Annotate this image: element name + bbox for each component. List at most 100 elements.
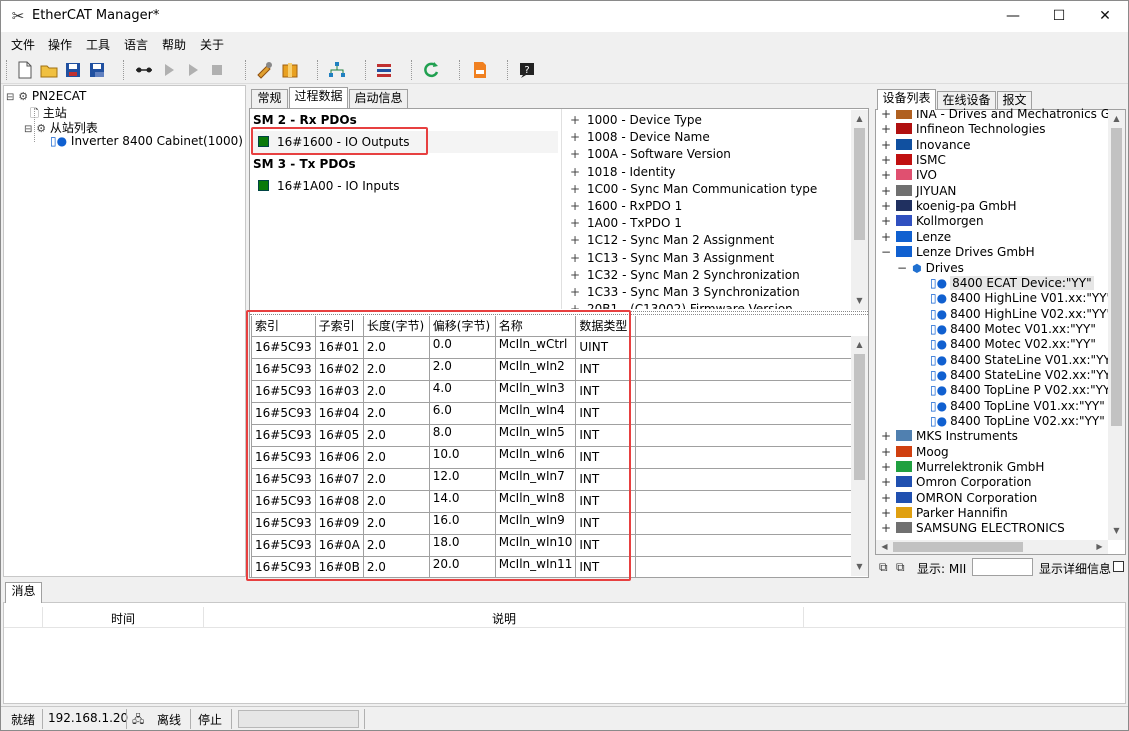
scroll-thumb[interactable] xyxy=(854,128,865,240)
menu-tools[interactable]: 工具 xyxy=(86,36,110,53)
refresh-icon[interactable] xyxy=(421,60,441,80)
table-header-cell[interactable]: 长度(字节) xyxy=(362,316,430,337)
expand-plus-icon[interactable]: + xyxy=(880,168,892,183)
expand-all-icon[interactable]: ⧉ xyxy=(879,560,888,575)
expand-plus-icon[interactable]: + xyxy=(570,302,584,309)
expand-plus-icon[interactable]: + xyxy=(880,491,892,506)
tab-device-list[interactable]: 设备列表 xyxy=(877,89,936,110)
object-entry[interactable]: +1C12 - Sync Man 2 Assignment xyxy=(570,233,774,247)
scroll-thumb[interactable] xyxy=(854,354,865,480)
vendor-item[interactable]: + Lenze xyxy=(880,230,951,245)
expand-plus-icon[interactable]: + xyxy=(880,445,892,460)
vendor-item[interactable]: + JIYUAN xyxy=(880,184,956,199)
table-row[interactable]: 16#5C93 16#02 2.0 2.0 McIln_wIn2 INT xyxy=(251,357,851,381)
scroll-left-icon[interactable]: ◀ xyxy=(876,542,893,551)
tree-slave-device[interactable]: ▯● Inverter 8400 Cabinet(1000) xyxy=(50,134,243,148)
tab-process-data[interactable]: 过程数据 xyxy=(289,87,348,108)
open-folder-icon[interactable] xyxy=(39,60,59,80)
stop-icon[interactable] xyxy=(207,60,227,80)
tree-root[interactable]: ⊟ ⚙ PN2ECAT xyxy=(6,89,86,103)
config-icon[interactable] xyxy=(255,60,275,80)
scroll-up-icon[interactable]: ▲ xyxy=(851,340,868,349)
scroll-down-icon[interactable]: ▼ xyxy=(851,296,868,305)
step-icon[interactable] xyxy=(183,60,203,80)
table-row[interactable]: 16#5C93 16#0A 2.0 18.0 McIln_wIn10 INT xyxy=(251,533,851,557)
vendor-item[interactable]: + Moog xyxy=(880,445,949,460)
tab-startup-info[interactable]: 启动信息 xyxy=(349,89,408,108)
new-file-icon[interactable] xyxy=(15,60,35,80)
device-item[interactable]: ▯● 8400 ECAT Device:"YY" xyxy=(930,275,1094,291)
scroll-up-icon[interactable]: ▲ xyxy=(851,114,868,123)
scroll-down-icon[interactable]: ▼ xyxy=(1108,526,1125,535)
connect-icon[interactable] xyxy=(134,60,154,80)
vendor-item[interactable]: + IVO xyxy=(880,168,937,183)
expand-plus-icon[interactable]: + xyxy=(570,268,584,282)
scroll-up-icon[interactable]: ▲ xyxy=(1108,114,1125,123)
save-as-icon[interactable] xyxy=(87,60,107,80)
device-tree-hscroll[interactable]: ◀ ▶ xyxy=(876,540,1108,554)
menu-operate[interactable]: 操作 xyxy=(48,36,72,53)
save-icon[interactable] xyxy=(63,60,83,80)
expand-plus-icon[interactable]: + xyxy=(880,429,892,444)
expand-plus-icon[interactable]: + xyxy=(570,233,584,247)
vendor-item[interactable]: + ISMC xyxy=(880,153,946,168)
expand-plus-icon[interactable]: + xyxy=(570,113,584,127)
entry-table-scrollbar[interactable]: ▲ ▼ xyxy=(851,336,868,576)
device-tree-vscroll[interactable]: ▲ ▼ xyxy=(1108,110,1125,540)
device-item[interactable]: ▯● 8400 TopLine V01.xx:"YY" xyxy=(930,399,1105,414)
vendor-item[interactable]: − Lenze Drives GmbH xyxy=(880,245,1035,260)
rx-pdo-item[interactable]: 16#1600 - IO Outputs xyxy=(258,135,410,149)
object-entry[interactable]: +1C00 - Sync Man Communication type xyxy=(570,182,817,196)
vendor-item[interactable]: + Murrelektronik GmbH xyxy=(880,460,1044,475)
table-row[interactable]: 16#5C93 16#03 2.0 4.0 McIln_wIn3 INT xyxy=(251,379,851,403)
table-header-cell[interactable]: 索引 xyxy=(251,316,316,337)
pdo-checkbox-icon[interactable] xyxy=(258,136,269,147)
tab-messages[interactable]: 消息 xyxy=(5,582,42,603)
object-entry[interactable]: +1C32 - Sync Man 2 Synchronization xyxy=(570,268,800,282)
expand-plus-icon[interactable]: + xyxy=(570,251,584,265)
expand-plus-icon[interactable]: + xyxy=(570,165,584,179)
pdo-checkbox-icon[interactable] xyxy=(258,180,269,191)
table-row[interactable]: 16#5C93 16#05 2.0 8.0 McIln_wIn5 INT xyxy=(251,423,851,447)
object-entry[interactable]: +1A00 - TxPDO 1 xyxy=(570,216,682,230)
expand-plus-icon[interactable]: + xyxy=(880,214,892,229)
expand-plus-icon[interactable]: + xyxy=(570,216,584,230)
vendor-item[interactable]: + koenig-pa GmbH xyxy=(880,199,1017,214)
vendor-item[interactable]: + Parker Hannifin xyxy=(880,506,1008,521)
object-entry[interactable]: +1C33 - Sync Man 3 Synchronization xyxy=(570,285,800,299)
object-list-scrollbar[interactable]: ▲ ▼ xyxy=(851,110,868,310)
close-button[interactable]: ✕ xyxy=(1082,1,1128,32)
expand-plus-icon[interactable]: + xyxy=(880,199,892,214)
scroll-down-icon[interactable]: ▼ xyxy=(851,562,868,571)
object-entry[interactable]: +1600 - RxPDO 1 xyxy=(570,199,682,213)
menu-file[interactable]: 文件 xyxy=(11,36,35,53)
col-description[interactable]: 说明 xyxy=(492,610,516,627)
table-header-cell[interactable]: 数据类型 xyxy=(575,316,637,337)
collapse-minus-icon[interactable]: − xyxy=(880,245,892,260)
table-row[interactable]: 16#5C93 16#08 2.0 14.0 McIln_wIn8 INT xyxy=(251,489,851,513)
object-entry[interactable]: +1000 - Device Type xyxy=(570,113,702,127)
device-item[interactable]: ▯● 8400 StateLine V02.xx:"YY" xyxy=(930,368,1108,383)
vendor-item[interactable]: + Omron Corporation xyxy=(880,475,1031,490)
object-entry[interactable]: +1C13 - Sync Man 3 Assignment xyxy=(570,251,774,265)
device-item[interactable]: ▯● 8400 HighLine V02.xx:"YY" xyxy=(930,307,1108,322)
expand-plus-icon[interactable]: + xyxy=(880,122,892,137)
expand-plus-icon[interactable]: + xyxy=(880,475,892,490)
expand-plus-icon[interactable]: + xyxy=(880,230,892,245)
device-item[interactable]: ▯● 8400 Motec V02.xx:"YY" xyxy=(930,337,1096,352)
vendor-item[interactable]: + SAMSUNG ELECTRONICS xyxy=(880,521,1065,536)
expand-plus-icon[interactable]: + xyxy=(570,147,584,161)
expand-plus-icon[interactable]: + xyxy=(570,130,584,144)
vendor-item[interactable]: + MKS Instruments xyxy=(880,429,1018,444)
help-icon[interactable]: ? xyxy=(517,60,537,80)
table-row[interactable]: 16#5C93 16#07 2.0 12.0 McIln_wIn7 INT xyxy=(251,467,851,491)
tx-pdo-item[interactable]: 16#1A00 - IO Inputs xyxy=(258,179,400,193)
network-scan-icon[interactable] xyxy=(327,60,347,80)
device-group-item[interactable]: − ⬢ Drives xyxy=(896,261,964,276)
horizontal-splitter[interactable] xyxy=(250,311,868,315)
display-filter-input[interactable] xyxy=(972,558,1033,576)
menu-about[interactable]: 关于 xyxy=(200,36,224,53)
menu-help[interactable]: 帮助 xyxy=(162,36,186,53)
table-row[interactable]: 16#5C93 16#0B 2.0 20.0 McIln_wIn11 INT xyxy=(251,555,851,578)
expand-plus-icon[interactable]: + xyxy=(880,153,892,168)
